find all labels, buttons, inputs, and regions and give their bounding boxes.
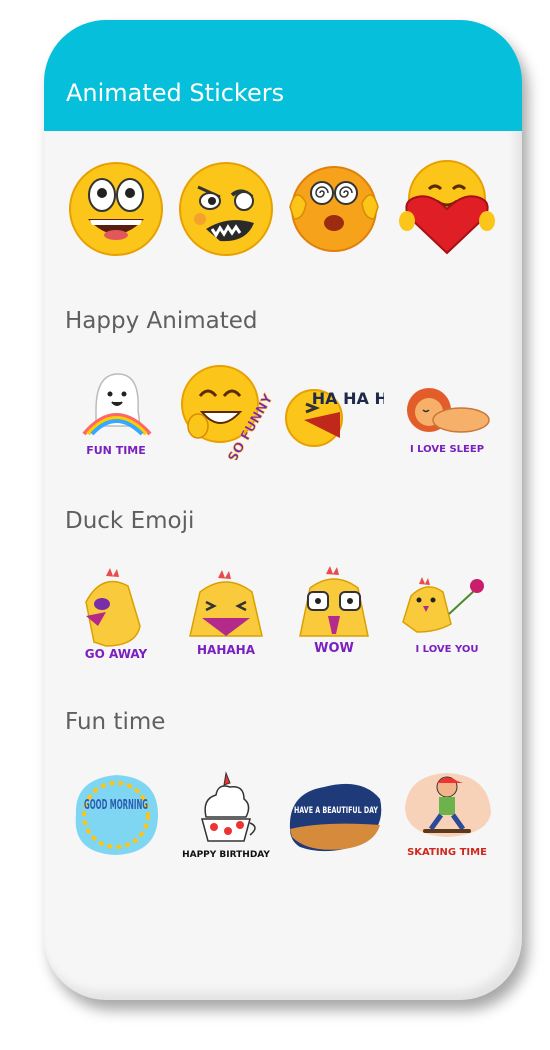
caption-wow: WOW — [314, 641, 354, 656]
hahaha-duck-icon[interactable]: HAHAHA — [176, 562, 276, 662]
wide-eyed-grin-emoji-icon[interactable] — [66, 157, 166, 257]
beautiful-day-sunset-icon[interactable]: HAVE A BEAUTIFUL DAY — [284, 765, 384, 865]
caption-hahaha: HA HA HA — [312, 389, 384, 408]
sticker-row-happy-animated: FUN TIME SO FUNNY HA HA HA — [44, 360, 522, 480]
section-title-fun-time: Fun time — [65, 709, 166, 735]
sticker-row-duck-emoji: GO AWAY HAHAHA WOW I LOVE YOU — [44, 562, 522, 682]
caption-go-away: GO AWAY — [85, 647, 148, 661]
caption-skating-time: SKATING TIME — [407, 847, 487, 858]
heart-hug-emoji-icon[interactable] — [397, 157, 497, 257]
caption-beautiful-day: HAVE A BEAUTIFUL DAY — [294, 806, 378, 816]
sleeping-lion-icon[interactable]: I LOVE SLEEP — [397, 360, 497, 460]
sticker-row-fun-time: GOOD MORNING HAPPY BIRTHDAY HAVE A BEAUT… — [44, 765, 522, 885]
app-bar: Animated Stickers — [44, 20, 522, 131]
so-funny-laughing-emoji-icon[interactable]: SO FUNNY — [176, 360, 276, 460]
section-title-happy-animated: Happy Animated — [65, 308, 258, 334]
caption-i-love-sleep: I LOVE SLEEP — [410, 444, 484, 455]
hahaha-laughing-face-icon[interactable]: HA HA HA — [284, 360, 384, 460]
winking-crazy-emoji-icon[interactable] — [176, 157, 276, 257]
app-title: Animated Stickers — [66, 79, 285, 107]
caption-good-morning: GOOD MORNING — [84, 798, 148, 813]
fun-time-ghost-icon[interactable]: FUN TIME — [66, 360, 166, 460]
birthday-cupcake-icon[interactable]: HAPPY BIRTHDAY — [176, 765, 276, 865]
section-title-duck-emoji: Duck Emoji — [65, 508, 195, 534]
go-away-duck-icon[interactable]: GO AWAY — [66, 562, 166, 662]
sticker-row-emoji — [44, 157, 522, 277]
phone-frame: Animated Stickers Happy Animated FUN TIM… — [44, 20, 522, 1000]
skateboard-boy-icon[interactable]: SKATING TIME — [397, 765, 497, 865]
caption-i-love-you: I LOVE YOU — [415, 644, 478, 655]
good-morning-sun-icon[interactable]: GOOD MORNING — [66, 765, 166, 865]
wow-duck-icon[interactable]: WOW — [284, 562, 384, 662]
caption-hahaha-duck: HAHAHA — [197, 643, 256, 657]
i-love-you-duck-icon[interactable]: I LOVE YOU — [397, 562, 497, 662]
caption-happy-birthday: HAPPY BIRTHDAY — [182, 850, 270, 860]
dizzy-eyes-emoji-icon[interactable] — [284, 157, 384, 257]
caption-fun-time: FUN TIME — [86, 444, 146, 457]
